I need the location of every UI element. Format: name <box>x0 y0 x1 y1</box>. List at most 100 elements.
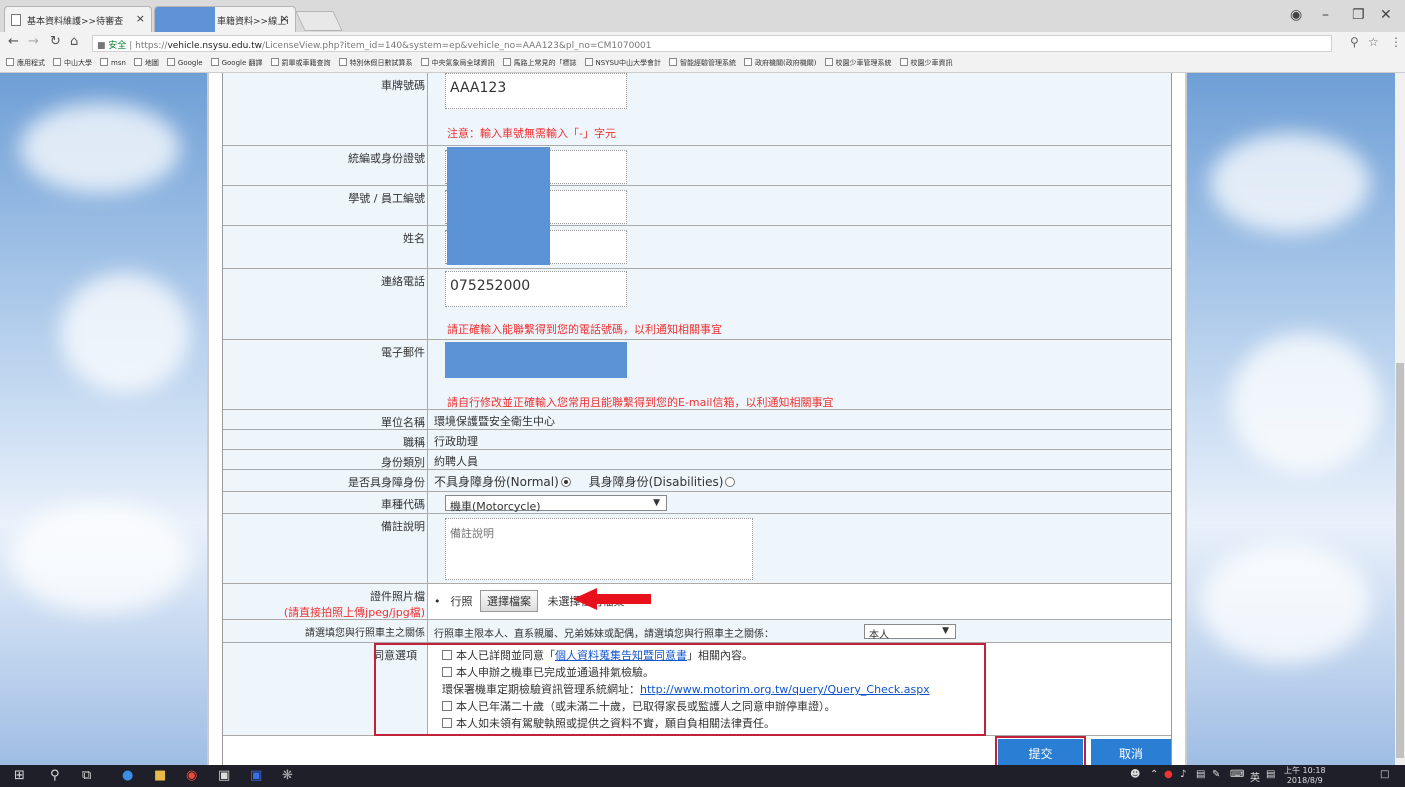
clock-time: 上午 10:18 <box>1284 766 1326 775</box>
id-label: 統編或身份證號 <box>223 146 428 185</box>
ime-language[interactable]: 英 <box>1250 769 1260 784</box>
menu-icon[interactable]: ⋮ <box>1390 35 1402 49</box>
close-icon[interactable]: × <box>136 12 145 25</box>
bookmark-icon <box>584 58 593 66</box>
page-icon <box>11 14 21 26</box>
folder-icon[interactable]: ■ <box>154 768 166 783</box>
bookmark-label: NSYSU中山大學會計 <box>595 59 662 67</box>
people-icon[interactable]: ☻ <box>1130 769 1140 780</box>
forward-icon[interactable]: → <box>28 34 39 49</box>
bookmark-item[interactable]: 應用程式 <box>6 58 45 68</box>
redacted-area <box>155 7 215 32</box>
unit-value: 環境保護暨安全衛生中心 <box>434 415 555 428</box>
disability-yes-radio[interactable] <box>725 477 736 487</box>
clock[interactable]: 上午 10:18 2018/8/9 <box>1284 766 1326 786</box>
zoom-icon[interactable]: ⚲ <box>1350 35 1359 49</box>
form-row-staff: 學號 / 員工編號 <box>223 186 1171 226</box>
profile-icon[interactable]: ◉ <box>1290 7 1302 23</box>
form-row-photo: 證件照片檔 (請直接拍照上傳jpeg/jpg檔) • 行照 選擇檔案 未選擇任何… <box>223 584 1171 620</box>
reload-icon[interactable]: ↻ <box>50 34 61 49</box>
bookmark-item[interactable]: msn <box>100 58 126 67</box>
network-icon[interactable]: ▤ <box>1196 769 1205 780</box>
notification-icon[interactable]: □ <box>1380 769 1389 780</box>
bookmark-item[interactable]: 中央氣象局全球資訊 <box>420 58 495 68</box>
bookmark-label: Google 翻譯 <box>221 59 263 67</box>
maximize-icon[interactable]: ❐ <box>1352 7 1365 23</box>
submit-button[interactable]: 提交 <box>995 736 1086 765</box>
ie-icon[interactable]: ● <box>122 768 133 783</box>
consent-highlight-box <box>374 643 986 736</box>
bookmark-icon <box>420 58 429 66</box>
bookmark-item[interactable]: 中山大學 <box>53 58 92 68</box>
scrollbar-thumb[interactable] <box>1396 363 1404 758</box>
vehicle-type-value: 機車(Motorcycle) <box>450 500 541 513</box>
pen-icon[interactable]: ✎ <box>1212 769 1220 780</box>
tray-expand-icon[interactable]: ⌃ <box>1150 769 1158 780</box>
minimize-icon[interactable]: – <box>1322 7 1329 23</box>
bookmark-item[interactable]: 校園少車管理系統 <box>824 58 892 68</box>
bookmark-icon <box>338 58 347 66</box>
bookmark-label: 智能經驗管理系統 <box>680 59 737 67</box>
vehicle-type-select[interactable]: 機車(Motorcycle) ▼ <box>445 495 667 513</box>
word-icon[interactable]: ▣ <box>250 768 262 783</box>
bookmark-item[interactable]: 地圖 <box>133 58 159 68</box>
relation-label: 請選填您與行照車主之關係 <box>223 620 428 642</box>
star-icon[interactable]: ☆ <box>1368 35 1379 49</box>
cancel-button[interactable]: 取消 <box>1091 739 1171 765</box>
plate-input[interactable]: AAA123 <box>445 73 627 109</box>
volume-icon[interactable]: ♪ <box>1180 769 1186 780</box>
chrome-icon[interactable]: ◉ <box>186 768 197 783</box>
bookmark-item[interactable]: NSYSU中山大學會計 <box>584 58 662 68</box>
scrollbar[interactable] <box>1395 73 1405 765</box>
search-icon[interactable]: ⚲ <box>50 768 60 783</box>
bookmark-item[interactable]: Google <box>166 58 203 67</box>
windows-start-icon[interactable]: ⊞ <box>14 768 25 783</box>
disability-normal-radio[interactable] <box>560 477 571 487</box>
antivirus-icon[interactable]: ● <box>1164 769 1173 780</box>
form-row-name: 姓名 <box>223 226 1171 269</box>
remark-textarea[interactable] <box>445 518 753 580</box>
url-path: /LicenseView.php?item_id=140&system=ep&v… <box>262 41 652 51</box>
browser-tab-1[interactable]: 基本資料維護>>待審查 × <box>4 6 152 32</box>
bookmark-item[interactable]: 校園少車資訊 <box>899 58 953 68</box>
ime-icon[interactable]: ▤ <box>1266 769 1275 780</box>
choose-file-button[interactable]: 選擇檔案 <box>480 590 538 612</box>
bookmark-item[interactable]: 政府機關(政府機關) <box>744 58 817 68</box>
bookmark-item[interactable]: Google 翻譯 <box>210 58 263 68</box>
bookmark-label: msn <box>111 59 126 67</box>
bookmark-label: 罰單或車籍查詢 <box>281 59 331 67</box>
bookmark-item[interactable]: 罰單或車籍查詢 <box>270 58 331 68</box>
close-icon[interactable]: × <box>280 12 289 25</box>
bookmark-item[interactable]: 智能經驗管理系統 <box>669 58 736 68</box>
bookmark-item[interactable]: 馬路上常見的「標誌 <box>502 58 577 68</box>
job-title-value: 行政助理 <box>434 435 478 448</box>
tab-title: 基本資料維護>>待審查 <box>27 17 124 27</box>
photo-item-label: 行照 <box>450 595 473 608</box>
address-bar-row: ← → ↻ ⌂ ■ 安全 | https://vehicle.nsysu.edu… <box>0 32 1405 54</box>
plate-label: 車牌號碼 <box>223 73 428 145</box>
windows-taskbar: ⊞ ⚲ ⧉ ● ■ ◉ ▣ ▣ ❋ ☻ ⌃ ● ♪ ▤ ✎ ⌨ 英 ▤ 上午 1… <box>0 765 1405 787</box>
phone-input[interactable]: 075252000 <box>445 271 627 307</box>
app-icon[interactable]: ▣ <box>218 768 230 783</box>
photo-hint: (請直接拍照上傳jpeg/jpg檔) <box>283 606 425 619</box>
keyboard-icon[interactable]: ⌨ <box>1230 769 1244 780</box>
back-icon[interactable]: ← <box>8 34 19 49</box>
browser-tab-2[interactable]: 車籍資料>>線上i × <box>154 6 296 32</box>
phone-note: 請正確輸入能聯繫得到您的電話號碼，以利通知相關事宜 <box>447 323 722 336</box>
name-label: 姓名 <box>223 226 428 268</box>
staff-no-label: 學號 / 員工編號 <box>223 186 428 225</box>
disability-label: 是否具身障身份 <box>223 470 428 491</box>
new-tab-button[interactable] <box>295 11 343 31</box>
bookmark-icon <box>744 58 753 66</box>
app-icon[interactable]: ❋ <box>282 768 293 783</box>
bookmark-item[interactable]: 特別休假日數試算系 <box>338 58 413 68</box>
task-view-icon[interactable]: ⧉ <box>82 768 91 783</box>
email-input[interactable] <box>445 342 627 378</box>
relation-text: 行照車主限本人、直系親屬、兄弟姊妹或配偶，請選填您與行照車主之關係： <box>434 629 774 640</box>
chevron-down-icon: ▼ <box>653 498 660 508</box>
relation-select[interactable]: 本人 ▼ <box>864 624 956 641</box>
close-window-icon[interactable]: ✕ <box>1380 7 1392 23</box>
url-input[interactable]: ■ 安全 | https://vehicle.nsysu.edu.tw/Lice… <box>92 35 1332 52</box>
home-icon[interactable]: ⌂ <box>70 34 78 49</box>
disability-yes-label: 具身障身份(Disabilities) <box>588 475 724 489</box>
